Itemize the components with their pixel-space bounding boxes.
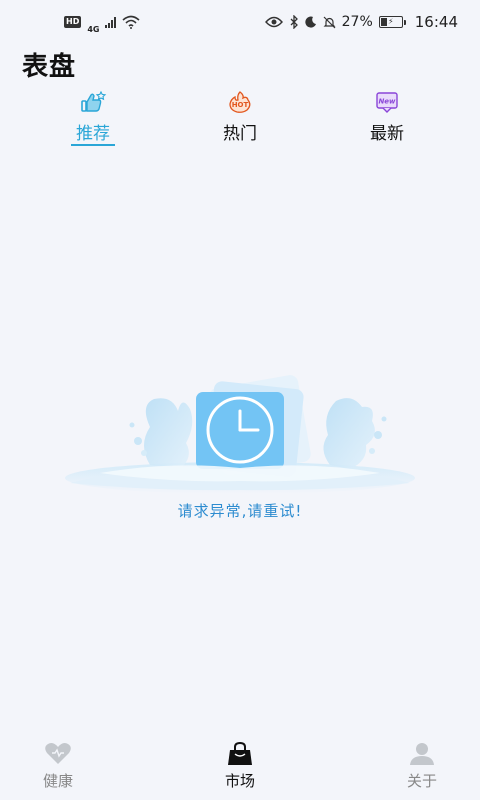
moon-icon [304,16,316,28]
battery-icon: ⚡ [378,16,406,28]
status-left: HD 4G [64,11,141,34]
tab-hot[interactable]: HOT 热门 [205,90,275,148]
status-bar: HD 4G 27% ⚡ 16:44 [0,0,480,44]
eye-icon [264,16,283,28]
status-right: 27% ⚡ 16:44 [264,13,458,31]
nav-label: 健康 [42,772,73,790]
nav-label: 关于 [406,772,437,790]
tab-label: 最新 [370,124,404,144]
error-message: 请求异常,请重试! [177,502,303,520]
hot-badge-icon: HOT [225,90,255,114]
page-title: 表盘 [22,52,77,82]
bell-off-icon [323,16,336,28]
battery-percent: 27% [341,14,373,30]
heart-icon [44,742,72,766]
svg-text:New: New [378,98,396,106]
tab-bar: 推荐 HOT 热门 New 最新 [0,90,480,150]
hd-badge: HD [64,16,82,28]
tab-label: 推荐 [76,124,110,144]
nav-item-market[interactable]: 市场 [200,736,280,800]
wifi-icon [122,15,141,29]
new-badge-icon: New [372,90,402,114]
bluetooth-icon [290,15,298,29]
nav-label: 市场 [224,772,255,790]
status-time: 16:44 [414,13,458,31]
bottom-nav: 健康 市场 关于 [0,736,480,800]
signal-icon [105,16,117,28]
thumbs-up-star-icon [78,90,108,114]
tab-latest[interactable]: New 最新 [352,90,422,148]
tab-label: 热门 [223,124,257,144]
network-type: 4G [87,24,100,34]
svg-text:HOT: HOT [232,101,249,109]
tab-recommended[interactable]: 推荐 [58,90,128,148]
active-tab-indicator [71,144,115,146]
nav-item-about[interactable]: 关于 [382,736,462,800]
nav-item-health[interactable]: 健康 [18,736,98,800]
user-icon [409,742,435,766]
shopping-bag-icon [227,742,253,766]
